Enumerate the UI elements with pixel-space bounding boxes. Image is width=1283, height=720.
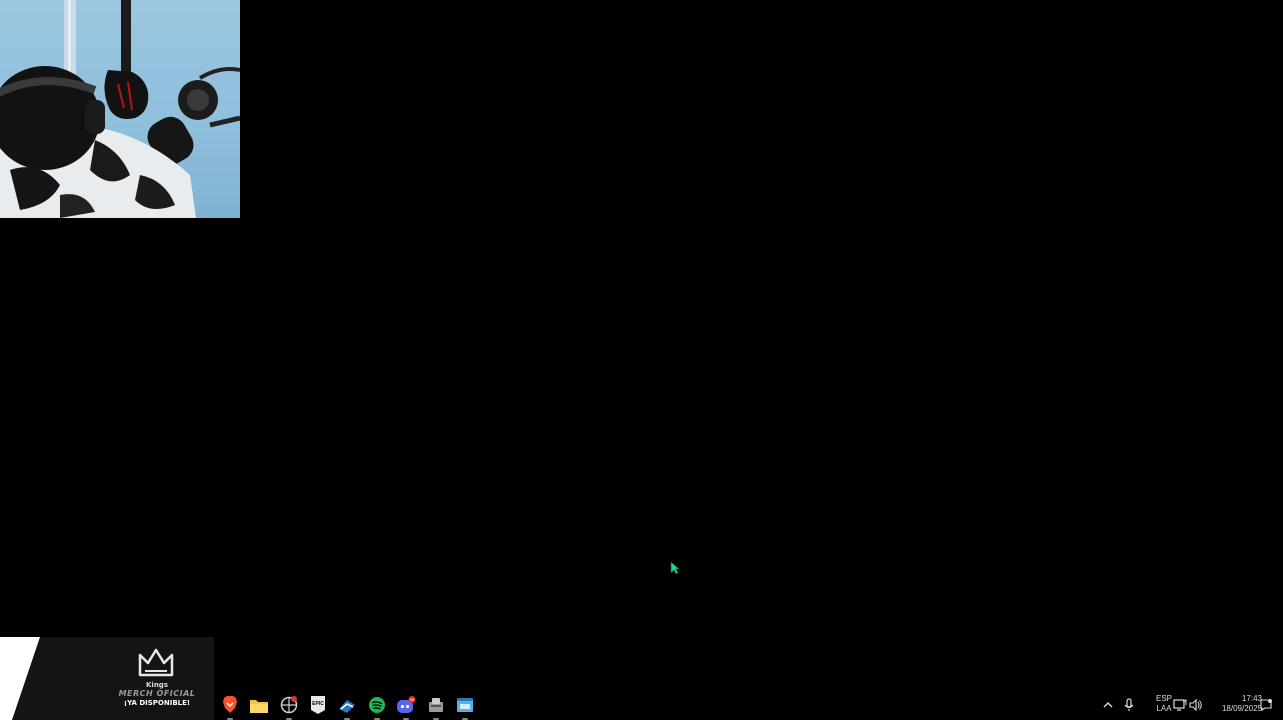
window-icon[interactable]	[455, 695, 475, 720]
mouse-cursor-icon	[670, 561, 680, 580]
clock-time: 17:43	[1241, 694, 1262, 703]
notification-icon[interactable]	[1256, 695, 1276, 715]
crown-logo-icon	[138, 648, 174, 677]
clock-date: 18/09/2025	[1221, 704, 1262, 713]
taskbar: EPIC 99 ESP LAA 17:43 18/09/2025	[214, 689, 1283, 720]
merch-brand: Kings	[146, 681, 168, 689]
spotify-icon[interactable]	[367, 695, 387, 720]
webcam-overlay	[0, 0, 240, 218]
epic-games-icon[interactable]: EPIC	[308, 695, 328, 715]
discord-badge: 99	[410, 697, 415, 702]
discord-icon[interactable]: 99	[396, 695, 416, 720]
folder-icon[interactable]	[249, 695, 269, 715]
system-clock[interactable]: 17:43 18/09/2025	[1206, 694, 1262, 714]
merch-subtitle: ¡YA DISPONIBLE!	[123, 699, 191, 707]
webcam-image	[0, 0, 240, 218]
brave-lion-icon[interactable]	[220, 695, 240, 720]
svg-text:EPIC: EPIC	[312, 701, 324, 707]
tool-icon[interactable]	[426, 695, 446, 720]
globe-icon[interactable]	[279, 695, 299, 720]
volume-icon[interactable]	[1186, 695, 1206, 715]
merch-banner: Kings MERCH OFICIAL ¡YA DISPONIBLE!	[0, 637, 214, 720]
steam-icon[interactable]	[337, 695, 357, 720]
merch-title: MERCH OFICIAL	[118, 689, 196, 698]
chevron-up-icon[interactable]	[1098, 695, 1118, 715]
microphone-icon[interactable]	[1119, 695, 1139, 715]
banner-accent	[0, 637, 40, 720]
